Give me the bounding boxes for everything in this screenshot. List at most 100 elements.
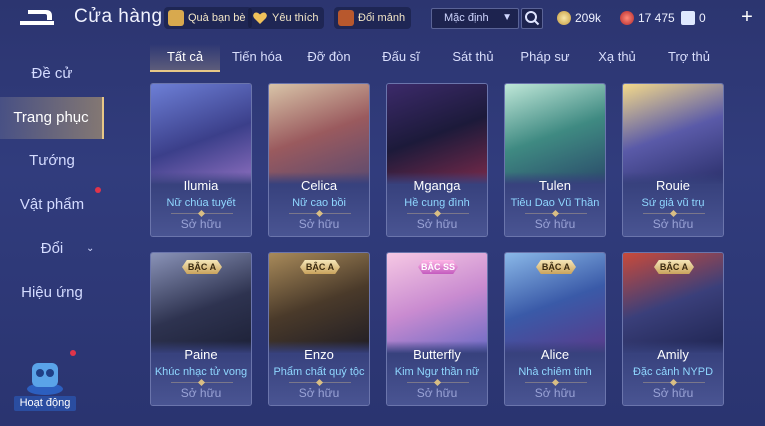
sort-dropdown[interactable]: Mặc định ▼: [431, 8, 519, 29]
hero-name: Enzo: [304, 347, 334, 362]
skin-card-tulen[interactable]: Tulen Tiêu Dao Vũ Thần Sở hữu: [504, 83, 606, 237]
divider: [525, 213, 587, 214]
activity-icon: [27, 363, 63, 395]
tab-assassin[interactable]: Sát thủ: [438, 44, 508, 72]
sort-value: Mặc định: [444, 12, 489, 24]
hero-name: Celica: [300, 178, 338, 193]
hero-name: Amily: [657, 347, 689, 362]
skin-card-enzo[interactable]: BẬC A Enzo Phẩm chất quý tộc Sở hữu: [268, 252, 370, 406]
skin-name: Nhà chiêm tinh: [518, 366, 592, 378]
skin-artwork: [387, 84, 487, 184]
sidebar-item-skins[interactable]: Trang phục: [0, 97, 104, 139]
skin-name: Nữ cao bồi: [292, 197, 346, 209]
owned-status: Sở hữu: [298, 386, 340, 400]
diamond-currency: 0: [681, 9, 706, 27]
tab-marksman[interactable]: Xạ thủ: [582, 44, 652, 72]
favorites-button[interactable]: Yêu thích: [248, 7, 325, 29]
search-icon: [525, 11, 540, 26]
skin-name: Hề cung đình: [404, 197, 470, 209]
gold-currency: 209k: [557, 9, 601, 27]
owned-status: Sở hữu: [534, 386, 576, 400]
heart-icon: [253, 12, 267, 24]
tier-badge: BẬC A: [654, 260, 694, 274]
skin-card-mganga[interactable]: Mganga Hề cung đình Sở hữu: [386, 83, 488, 237]
hero-name: Paine: [184, 347, 218, 362]
skin-card-butterfly[interactable]: BẬC SS Butterfly Kim Ngư thần nữ Sở hữu: [386, 252, 488, 406]
owned-status: Sở hữu: [298, 217, 340, 231]
chevron-down-icon: ▼: [502, 12, 512, 23]
tab-mage[interactable]: Pháp sư: [510, 44, 580, 72]
tab-fighter[interactable]: Đấu sĩ: [366, 44, 436, 72]
activity-button[interactable]: Hoạt động: [14, 353, 76, 411]
sidebar-item-exchange-label: Đổi: [40, 240, 64, 257]
sidebar-item-heroes[interactable]: Tướng: [0, 140, 104, 182]
hero-name: Rouie: [656, 178, 690, 193]
owned-status: Sở hữu: [416, 217, 458, 231]
tier-badge: BẬC A: [300, 260, 340, 274]
tier-badge: BẬC A: [182, 260, 222, 274]
tab-all[interactable]: Tất cả: [150, 44, 220, 72]
chevron-down-icon: ⌄: [86, 243, 95, 254]
skin-card-alice[interactable]: BẬC A Alice Nhà chiêm tinh Sở hữu: [504, 252, 606, 406]
friend-gift-label: Quà bạn bè: [188, 12, 246, 24]
add-currency-button[interactable]: +: [738, 6, 756, 28]
diamond-amount: 0: [699, 11, 706, 25]
divider: [407, 213, 469, 214]
skin-artwork: [505, 84, 605, 184]
divider: [643, 382, 705, 383]
skin-name: Đặc cảnh NYPD: [632, 366, 714, 378]
sidebar-item-items[interactable]: Vật phẩm: [0, 184, 104, 226]
voucher-currency: 17 475: [620, 9, 675, 27]
divider: [171, 382, 233, 383]
owned-status: Sở hữu: [534, 217, 576, 231]
activity-label: Hoạt động: [14, 396, 76, 411]
sidebar: Đề cử Trang phục Tướng Vật phẩm Đổi ⌄ Hi…: [0, 48, 110, 426]
back-button[interactable]: [16, 6, 58, 28]
hero-name: Mganga: [413, 178, 461, 193]
owned-status: Sở hữu: [652, 386, 694, 400]
back-arrow-icon: [20, 10, 54, 25]
divider: [407, 382, 469, 383]
skin-artwork: [269, 84, 369, 184]
divider: [643, 213, 705, 214]
owned-status: Sở hữu: [180, 217, 222, 231]
tab-evolution[interactable]: Tiến hóa: [222, 44, 292, 72]
gift-icon: [168, 10, 184, 26]
skin-card-ilumia[interactable]: Ilumia Nữ chúa tuyết Sở hữu: [150, 83, 252, 237]
gold-coin-icon: [557, 11, 571, 25]
hero-name: Tulen: [538, 178, 572, 193]
tab-tank[interactable]: Đỡ đòn: [294, 44, 364, 72]
tab-support[interactable]: Trợ thủ: [654, 44, 724, 72]
sidebar-item-effects[interactable]: Hiệu ứng: [0, 272, 104, 314]
diamond-icon: [681, 11, 695, 25]
voucher-icon: [620, 11, 634, 25]
voucher-amount: 17 475: [638, 11, 675, 25]
skin-card-amily[interactable]: BẬC A Amily Đặc cảnh NYPD Sở hữu: [622, 252, 724, 406]
skin-card-celica[interactable]: Celica Nữ cao bồi Sở hữu: [268, 83, 370, 237]
owned-status: Sở hữu: [180, 386, 222, 400]
notification-dot: [70, 350, 76, 356]
exchange-fragments-label: Đổi mảnh: [358, 12, 406, 24]
friend-gift-button[interactable]: Quà bạn bè: [164, 7, 252, 29]
category-tabs: Tất cả Tiến hóa Đỡ đòn Đấu sĩ Sát thủ Ph…: [150, 44, 740, 72]
skin-name: Sứ giả vũ trụ: [641, 197, 705, 209]
tier-badge: BẬC SS: [418, 260, 458, 274]
favorites-label: Yêu thích: [272, 12, 319, 24]
divider: [171, 213, 233, 214]
tier-badge: BẬC A: [536, 260, 576, 274]
hero-name: Butterfly: [413, 347, 461, 362]
skin-artwork: [151, 84, 251, 184]
owned-status: Sở hữu: [652, 217, 694, 231]
fragment-icon: [338, 10, 354, 26]
skin-artwork: [623, 84, 723, 184]
exchange-fragments-button[interactable]: Đổi mảnh: [334, 7, 412, 29]
skin-card-paine[interactable]: BẬC A Paine Khúc nhạc tử vong Sở hữu: [150, 252, 252, 406]
owned-status: Sở hữu: [416, 386, 458, 400]
skin-name: Nữ chúa tuyết: [166, 197, 236, 209]
sidebar-item-recommended[interactable]: Đề cử: [0, 53, 104, 95]
skin-name: Phẩm chất quý tộc: [273, 366, 365, 378]
divider: [525, 382, 587, 383]
search-button[interactable]: [521, 8, 543, 29]
skin-card-rouie[interactable]: Rouie Sứ giả vũ trụ Sở hữu: [622, 83, 724, 237]
skin-name: Khúc nhạc tử vong: [154, 366, 248, 378]
